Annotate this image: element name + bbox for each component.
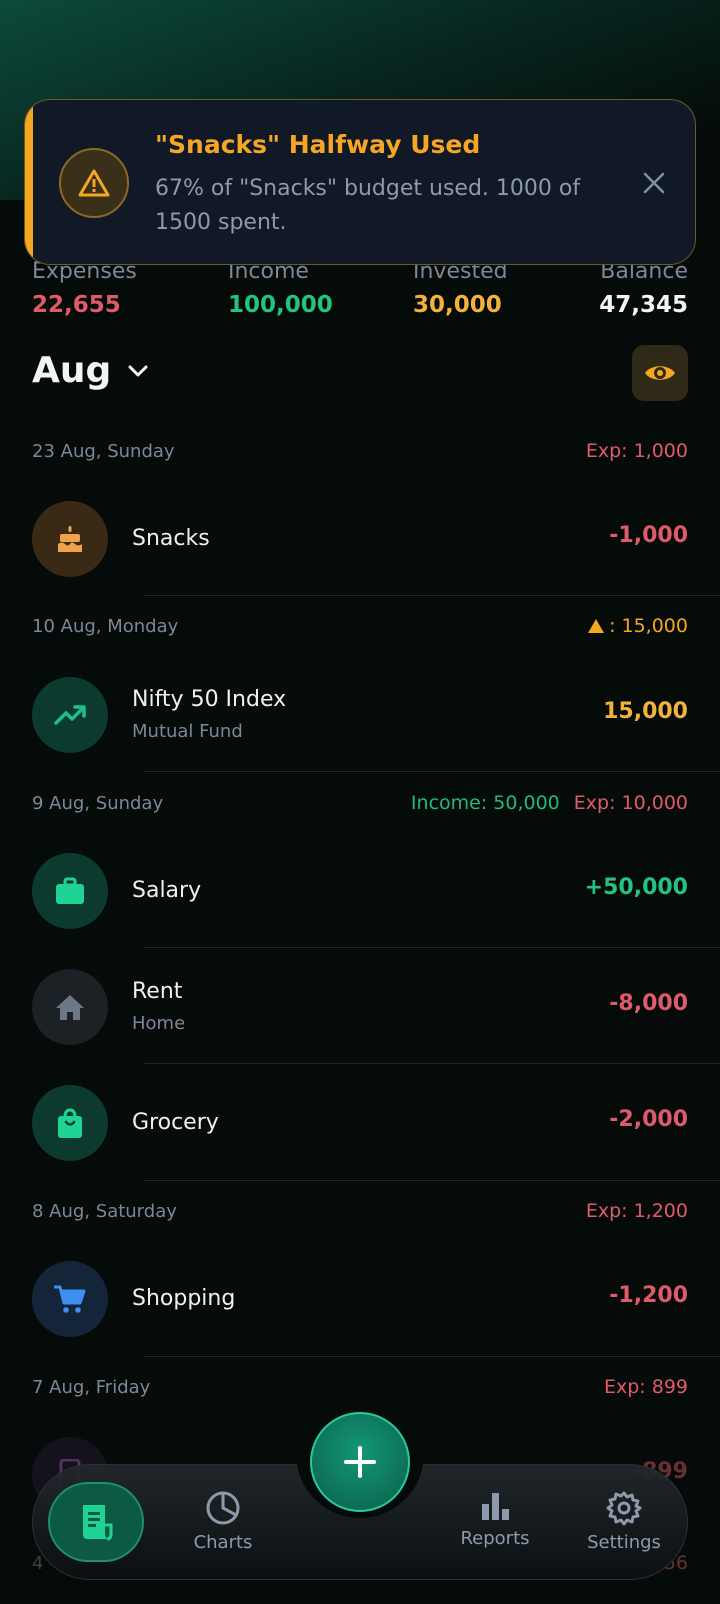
transaction-name: Shopping (132, 1286, 236, 1311)
day-invested-total: : 15,000 (587, 615, 688, 637)
day-income-total: Income: 50,000 (410, 792, 560, 814)
receipt-icon (83, 1505, 113, 1541)
day-header: 10 Aug, Monday : 15,000 (32, 611, 688, 641)
gear-icon (606, 1491, 642, 1526)
expenses-value: 22,655 (32, 292, 121, 318)
transaction-salary[interactable]: Salary +50,000 (32, 853, 688, 929)
divider (144, 1063, 720, 1064)
day-date: 10 Aug, Monday (32, 615, 179, 637)
nav-reports-button[interactable]: Reports (440, 1490, 550, 1549)
transaction-category: Home (132, 1013, 186, 1034)
nav-settings-button[interactable]: Settings (569, 1490, 679, 1553)
summary-bar: Expenses 22,655 Income 100,000 Invested … (32, 259, 688, 329)
transaction-name: Salary (132, 878, 202, 903)
invested-value: 30,000 (413, 292, 502, 318)
budget-alert-toast[interactable]: "Snacks" Halfway Used 67% of "Snacks" bu… (24, 99, 696, 265)
balance-summary: Balance 47,345 (599, 259, 688, 318)
toast-accent-bar (25, 100, 33, 264)
transaction-shopping[interactable]: Shopping -1,200 (32, 1261, 688, 1337)
month-selector[interactable]: Aug (32, 350, 149, 391)
transaction-amount: -1,200 (609, 1283, 688, 1308)
day-date: 9 Aug, Sunday (32, 792, 164, 814)
add-icon (344, 1446, 376, 1478)
day-date: 8 Aug, Saturday (32, 1200, 177, 1222)
nav-reports-label: Reports (460, 1528, 530, 1549)
cake-icon (32, 501, 108, 577)
day-header: 23 Aug, Sunday Exp: 1,000 (32, 436, 688, 466)
invested-summary: Invested 30,000 (413, 259, 508, 318)
transaction-snacks[interactable]: Snacks -1,000 (32, 501, 688, 577)
warning-icon (59, 148, 129, 218)
transaction-name: Snacks (132, 526, 210, 551)
nav-transactions-button[interactable] (48, 1482, 144, 1562)
transaction-name: Grocery (132, 1110, 219, 1135)
eye-icon (645, 366, 675, 380)
day-header: 7 Aug, Friday Exp: 899 (32, 1372, 688, 1402)
income-value: 100,000 (228, 292, 333, 318)
divider (144, 1180, 720, 1181)
divider (144, 771, 720, 772)
day-expense-total: Exp: 1,200 (585, 1200, 688, 1222)
shopping-bag-icon (32, 1085, 108, 1161)
bar-chart-icon (482, 1493, 509, 1520)
close-icon[interactable] (637, 166, 671, 200)
nav-charts-button[interactable]: Charts (168, 1490, 278, 1553)
day-invested-value: : 15,000 (609, 615, 688, 637)
transaction-amount: 15,000 (603, 699, 688, 724)
divider (144, 1356, 720, 1357)
day-date: 7 Aug, Friday (32, 1376, 151, 1398)
day-header: 9 Aug, Sunday Income: 50,000 Exp: 10,000 (32, 788, 688, 818)
balance-value: 47,345 (599, 292, 688, 318)
trending-up-icon (32, 677, 108, 753)
income-summary: Income 100,000 (228, 259, 333, 318)
transaction-amount: -1,000 (609, 523, 688, 548)
add-transaction-button[interactable] (310, 1412, 410, 1512)
toast-message: 67% of "Snacks" budget used. 1000 of 150… (155, 176, 581, 235)
transaction-rent[interactable]: Rent Home -8,000 (32, 969, 688, 1045)
visibility-toggle-button[interactable] (632, 345, 688, 401)
divider (144, 595, 720, 596)
briefcase-icon (32, 853, 108, 929)
day-expense-total: Exp: 1,000 (585, 440, 688, 462)
day-expense-total: Exp: 899 (603, 1376, 688, 1398)
transaction-amount: -8,000 (609, 991, 688, 1016)
toast-title: "Snacks" Halfway Used (155, 130, 481, 159)
day-date: 4 (32, 1552, 44, 1574)
transaction-category: Mutual Fund (132, 721, 243, 742)
transaction-amount: -2,000 (609, 1107, 688, 1132)
home-icon (32, 969, 108, 1045)
cart-icon (32, 1261, 108, 1337)
nav-charts-label: Charts (193, 1532, 253, 1553)
transaction-name: Nifty 50 Index (132, 687, 287, 712)
transaction-nifty-50-index[interactable]: Nifty 50 Index Mutual Fund 15,000 (32, 677, 688, 753)
day-date: 23 Aug, Sunday (32, 440, 175, 462)
day-expense-total: Exp: 10,000 (573, 792, 688, 814)
nav-settings-label: Settings (587, 1532, 661, 1553)
chevron-down-icon (128, 365, 148, 376)
transaction-name: Rent (132, 979, 183, 1004)
pie-chart-icon (206, 1491, 240, 1525)
expenses-summary: Expenses 22,655 (32, 259, 137, 318)
invested-triangle-icon (588, 619, 605, 633)
divider (144, 947, 720, 948)
month-label: Aug (32, 350, 112, 391)
day-header: 8 Aug, Saturday Exp: 1,200 (32, 1196, 688, 1226)
transaction-grocery[interactable]: Grocery -2,000 (32, 1085, 688, 1161)
transaction-amount: +50,000 (584, 875, 688, 900)
